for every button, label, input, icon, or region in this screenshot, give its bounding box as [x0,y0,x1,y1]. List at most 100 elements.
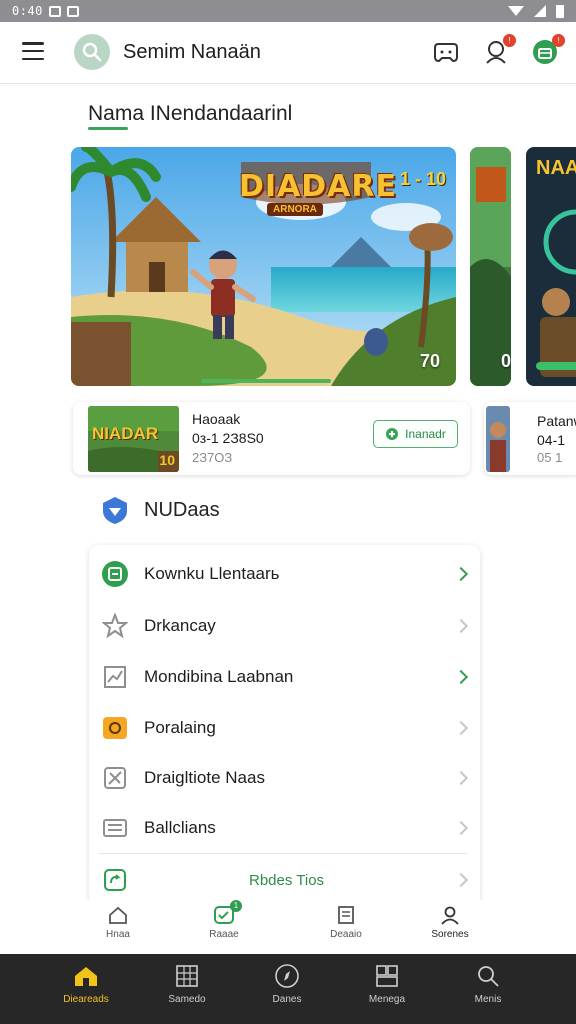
divider [99,853,467,854]
gift-icon [101,714,129,742]
menu-item-tools[interactable]: Draigltiote Naas [89,753,480,803]
tab-home[interactable]: Hnaa [83,904,153,940]
banner-game-title: DIADARE [239,169,397,204]
status-bar: 0:40 [0,0,576,22]
chevron-right-icon [453,618,469,634]
battery-icon [556,4,564,18]
game-thumbnail [486,406,510,472]
home-icon [41,962,131,990]
keyboard-icon [101,814,129,842]
banner-game-subtitle: ARNORA [267,203,323,216]
footer-label: Rbdes Tios [249,871,325,889]
home-icon [83,904,153,926]
game-card[interactable]: NIADAR 10 Haoaak 0з-1 2З8S0 2З7ОЗ Inanad… [73,402,470,475]
search-icon [443,962,533,990]
chevron-right-icon [453,770,469,786]
menu-item-label: Mondibina Laabnan [144,667,294,686]
library-icon [342,962,432,990]
document-icon [311,904,381,926]
wifi-icon [508,6,524,16]
nav-home[interactable]: Dieareads [41,962,131,1005]
game-name: Haoaak [192,411,241,427]
chevron-right-icon [453,669,469,685]
game-card[interactable]: Patanw 04-1 05 1 [484,402,576,475]
app-title: Semim Nanaän [123,41,261,63]
menu-item-label: Drkancay [144,616,216,635]
tab-badge: 1 [230,900,242,912]
tab-profile[interactable]: Sorenes [415,904,485,940]
compass-icon [242,962,332,990]
message-dot-icon [66,5,79,17]
nav-label: Samedo [168,994,206,1005]
grid-icon [142,962,232,990]
notification-icon[interactable]: ! [482,34,516,66]
banner-number: 0 [500,351,511,371]
notification-badge: ! [503,34,516,47]
menu-item-keyboard[interactable]: Ballclians [89,803,480,853]
chat-icon: 1 [189,900,259,926]
featured-title-underline [88,127,128,130]
featured-banner-second[interactable]: 0 [470,147,511,386]
chevron-right-icon [453,872,469,888]
install-button-label: Inanadr [405,427,446,441]
menu-item-gift[interactable]: Poralaing [89,703,480,753]
shield-icon [100,495,130,525]
banner-corner-label: 1 - 10 [399,169,446,189]
calendar-icon [101,560,129,588]
banner-number: 70 [419,351,440,371]
menu-footer-row[interactable]: Rbdes Tios [89,855,480,905]
tab-chat[interactable]: 1 Raaae [189,900,259,940]
featured-banner-third[interactable]: NAA [526,147,576,386]
menu-item-label: Poralaing [144,718,216,737]
tab-label: Hnaa [106,929,130,940]
menu-item-label: Kownku Llentaarь [144,564,280,583]
featured-title: Nama INendandaarinl [88,102,293,125]
chevron-right-icon [453,820,469,836]
game-sub: 05 1 [537,450,563,465]
game-name: Patanw [537,413,576,429]
tab-label: Raaae [209,929,239,940]
nav-compass[interactable]: Danes [242,962,332,1005]
nav-search[interactable]: Menis [443,962,533,1005]
nav-library[interactable]: Menega [342,962,432,1005]
chart-icon [101,663,129,691]
nav-label: Menega [368,994,406,1005]
nav-grid[interactable]: Samedo [142,962,232,1005]
gamepad-icon [386,428,399,440]
gamepad-icon[interactable] [432,38,460,66]
thumb-number: 10 [159,452,175,468]
thumb-title: NIADAR [92,424,159,443]
chevron-right-icon [453,720,469,736]
categories-title: NUDaas [144,499,220,521]
tab-label: Sorenes [431,929,469,940]
menu-item-chart[interactable]: Mondibina Laabnan [89,652,480,702]
menu-item-star[interactable]: Drkancay [89,601,480,651]
notification-dot-icon [48,5,61,17]
tools-icon [101,764,129,792]
game-code: 04-1 [537,432,566,448]
store-badge: ! [552,34,565,47]
tab-label: Deaaio [330,929,362,940]
profile-icon [415,904,485,926]
menu-item-calendar[interactable]: Kownku Llentaarь [89,549,480,599]
star-icon [101,612,129,640]
nav-label: Danes [272,994,302,1005]
install-button[interactable]: Inanadr [373,420,458,448]
featured-banner-main[interactable]: DIADARE ARNORA 1 - 10 70 [71,147,456,386]
chevron-right-icon [453,566,469,582]
signal-icon [534,5,546,17]
status-time: 0:40 [12,4,43,18]
menu-icon[interactable] [22,42,44,60]
search-icon[interactable] [74,34,110,70]
app-bar: Semim Nanaän ! ! [0,22,576,84]
categories-list: Kownku Llentaarь Drkancay Mondibina Laab… [89,545,480,907]
nav-label: Dieareads [63,994,109,1005]
refresh-icon [101,866,129,894]
menu-item-label: Draigltiote Naas [144,768,265,787]
nav-label: Menis [474,994,502,1005]
game-sub: 2З7ОЗ [192,450,233,465]
game-code: 0з-1 2З8S0 [192,430,264,446]
tab-document[interactable]: Deaaio [311,904,381,940]
store-icon[interactable]: ! [531,34,565,66]
banner-game-title: NAA [536,157,576,179]
